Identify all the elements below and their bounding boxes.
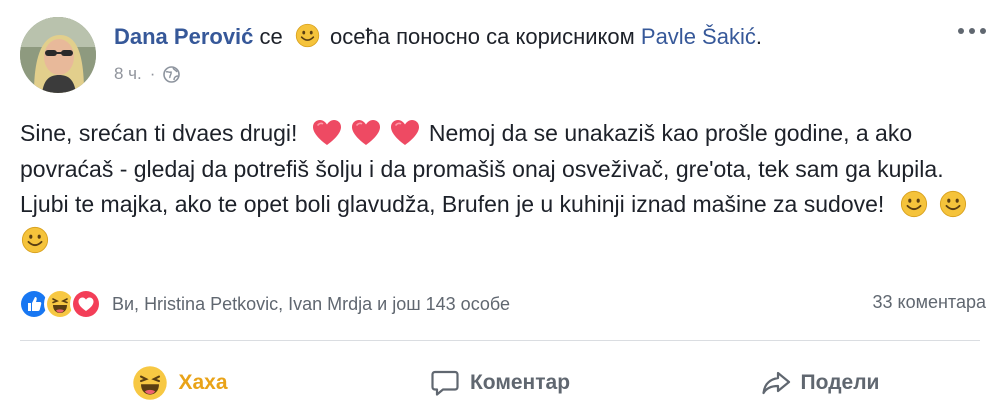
love-icon[interactable] — [70, 288, 102, 320]
globe-icon[interactable] — [163, 65, 181, 83]
heart-icon — [312, 119, 342, 147]
header-period: . — [755, 24, 762, 49]
post-text: Sine, srećan ti dvaes drugi! Nemoj da se… — [20, 116, 980, 258]
header-verb: се — [259, 24, 283, 49]
comments-count[interactable]: 33 коментара — [872, 292, 986, 313]
heart-icon — [351, 119, 381, 147]
author-avatar[interactable] — [20, 17, 96, 93]
comment-icon — [431, 370, 459, 396]
haha-label: Хаха — [178, 371, 228, 394]
heart-icon — [390, 119, 420, 147]
smiley-icon — [938, 190, 968, 218]
more-options-icon[interactable] — [958, 28, 986, 34]
feeling-text: осећа поносно са корисником — [330, 24, 635, 49]
share-label: Подели — [800, 371, 880, 394]
reaction-names[interactable]: Ви, Hristina Petkovic, Ivan Mrdja и још … — [112, 294, 510, 315]
haha-icon — [133, 366, 168, 400]
comment-button[interactable]: Коментар — [340, 358, 660, 408]
tagged-user[interactable]: Pavle Šakić — [641, 24, 756, 49]
actions-divider — [20, 340, 980, 341]
share-icon — [761, 371, 790, 395]
post-header: Dana Perović се осећа поносно са корисни… — [114, 23, 762, 50]
post-text-part1: Sine, srećan ti dvaes drugi! — [20, 120, 298, 146]
feeling-smiley-icon — [295, 23, 320, 48]
share-button[interactable]: Подели — [660, 358, 980, 408]
smiley-icon — [20, 226, 50, 254]
post-time[interactable]: 8 ч. — [114, 64, 142, 84]
post-actions: Хаха Коментар Подели — [20, 358, 980, 408]
smiley-icon — [899, 190, 929, 218]
post-meta: 8 ч. · — [114, 64, 181, 84]
reactions-summary: Ви, Hristina Petkovic, Ivan Mrdja и још … — [18, 288, 510, 320]
haha-button[interactable]: Хаха — [20, 358, 340, 408]
comment-label: Коментар — [469, 371, 571, 394]
author-name[interactable]: Dana Perović — [114, 24, 253, 49]
